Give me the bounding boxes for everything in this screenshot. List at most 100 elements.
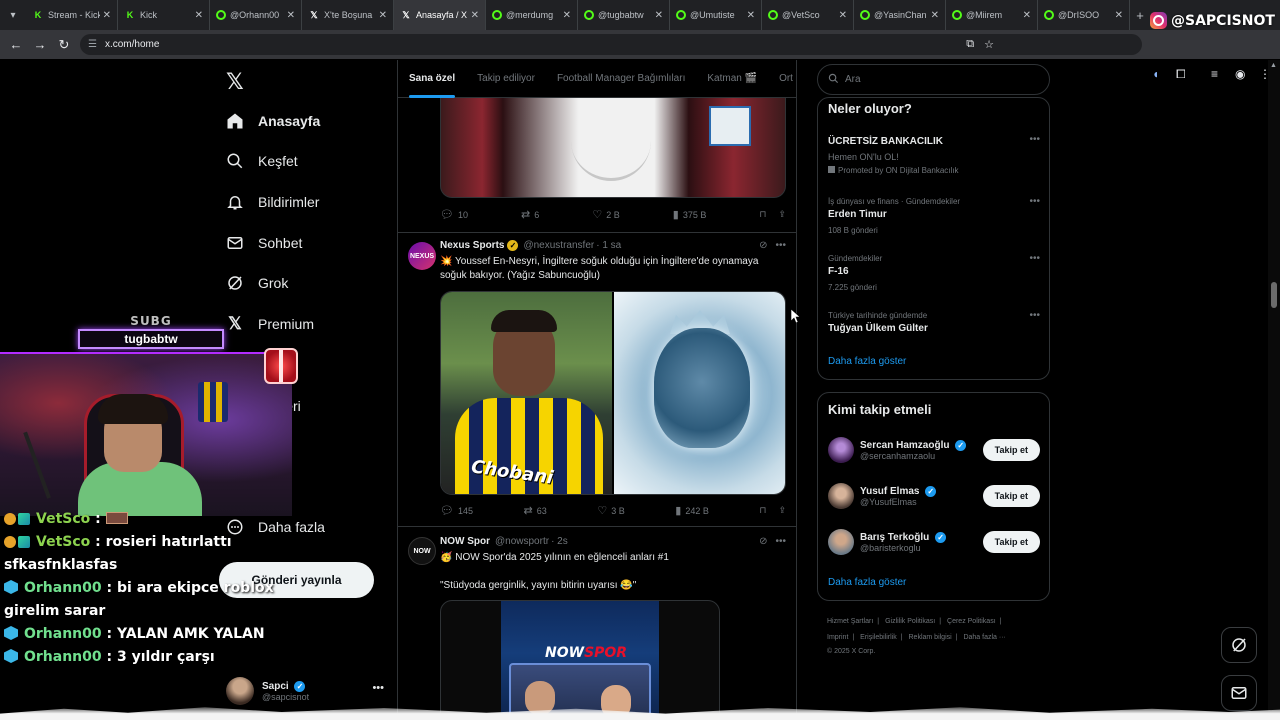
bookmark-star-icon[interactable]: ☆ <box>984 38 994 51</box>
browser-tab[interactable]: K Kick ✕ <box>118 0 210 30</box>
more-horizontal-icon[interactable]: ••• <box>1029 134 1040 145</box>
trend-item[interactable]: Türkiye tarihinde gündemde Tuğyan Ülkem … <box>828 310 1040 336</box>
avatar[interactable]: NEXUS <box>408 242 436 270</box>
show-more-link[interactable]: Daha fazla göster <box>828 577 906 588</box>
follow-button[interactable]: Takip et <box>982 439 1040 461</box>
author-handle[interactable]: @nexustransfer <box>523 240 594 251</box>
nav-notifications[interactable]: Bildirimler <box>226 193 319 211</box>
footer-link[interactable]: Erişilebilirlik <box>860 634 897 641</box>
close-icon[interactable]: ✕ <box>931 10 939 21</box>
repost-button[interactable]: ⇄ 6 <box>521 208 539 221</box>
views-button[interactable]: ▮ 375 B <box>673 208 707 221</box>
close-icon[interactable]: ✕ <box>103 10 111 21</box>
browser-tab[interactable]: @Miirem ✕ <box>946 0 1038 30</box>
trend-item[interactable]: İş dünyası ve finans · Gündemdekiler Erd… <box>828 196 1040 236</box>
tab-search-button[interactable]: ▾ <box>0 0 26 30</box>
close-icon[interactable]: ✕ <box>195 10 203 21</box>
close-icon[interactable]: ✕ <box>379 10 387 21</box>
footer-link[interactable]: Çerez Politikası <box>947 618 996 625</box>
account-switcher[interactable]: Sapci ✓ @sapcisnot ••• <box>226 674 386 708</box>
like-button[interactable]: ♡ 3 B <box>597 504 624 517</box>
browser-tab[interactable]: @YasinChan ✕ <box>854 0 946 30</box>
forward-icon[interactable]: → <box>28 37 52 52</box>
tab-list-ort[interactable]: Ort <box>768 60 796 98</box>
follow-suggestion[interactable]: Yusuf Elmas ✓ @YusufElmas Takip et <box>828 481 1040 511</box>
close-icon[interactable]: ✕ <box>655 10 663 21</box>
follow-button[interactable]: Takip et <box>982 531 1040 553</box>
close-icon[interactable]: ✕ <box>287 10 295 21</box>
nav-home[interactable]: Anasayfa <box>226 112 320 130</box>
browser-tab-active[interactable]: 𝕏 Anasayfa / X ✕ <box>394 0 486 30</box>
footer-link[interactable]: Hizmet Şartları <box>827 618 873 625</box>
close-icon[interactable]: ✕ <box>839 10 847 21</box>
footer-link[interactable]: Reklam bilgisi <box>909 634 952 641</box>
browser-tab[interactable]: @Umutiste ✕ <box>670 0 762 30</box>
post-media[interactable] <box>440 98 786 198</box>
reload-icon[interactable]: ↻ <box>52 37 76 53</box>
share-icon[interactable]: ⇪ <box>778 209 786 220</box>
post-media[interactable]: Chobani <box>440 291 786 495</box>
messages-floating-button[interactable] <box>1221 675 1257 711</box>
scrollbar-thumb[interactable] <box>1271 282 1277 308</box>
like-button[interactable]: ♡ 2 B <box>592 208 619 221</box>
reply-button[interactable]: 💬︎ 10 <box>440 208 468 221</box>
repost-button[interactable]: ⇄ 63 <box>524 504 547 517</box>
site-info-icon[interactable]: ☰ <box>88 39 97 50</box>
follow-suggestion[interactable]: Barış Terkoğlu ✓ @baristerkoglu Takip et <box>828 527 1040 557</box>
search-input[interactable] <box>845 74 1035 85</box>
show-more-link[interactable]: Daha fazla göster <box>828 356 906 367</box>
author-name[interactable]: NOW Spor <box>440 536 490 547</box>
browser-tab[interactable]: @DrISOO ✕ <box>1038 0 1130 30</box>
more-horizontal-icon[interactable]: ••• <box>775 240 786 251</box>
bookmark-icon[interactable]: ⊓ <box>759 209 766 220</box>
close-icon[interactable]: ✕ <box>747 10 755 21</box>
bookmark-icon[interactable]: ⊓ <box>759 505 766 516</box>
browser-tab[interactable]: @VetSco ✕ <box>762 0 854 30</box>
back-icon[interactable]: ← <box>4 37 28 52</box>
new-tab-button[interactable]: + <box>1130 8 1150 23</box>
trend-item[interactable]: Gündemdekiler F-16 7.225 gönderi ••• <box>828 253 1040 293</box>
nav-premium[interactable]: 𝕏 Premium <box>226 314 314 333</box>
close-icon[interactable]: ✕ <box>1023 10 1031 21</box>
share-icon[interactable]: ⇪ <box>778 505 786 516</box>
grok-icon[interactable]: ⊘ <box>759 240 767 251</box>
close-icon[interactable]: ✕ <box>471 10 479 21</box>
footer-link[interactable]: Imprint <box>827 634 848 641</box>
browser-tab[interactable]: K Stream - Kick ✕ <box>26 0 118 30</box>
scroll-up-icon[interactable]: ▲ <box>1270 62 1277 69</box>
more-horizontal-icon[interactable]: ••• <box>775 536 786 547</box>
x-logo[interactable]: 𝕏 <box>226 70 244 95</box>
browser-tab[interactable]: @Orhann00 ✕ <box>210 0 302 30</box>
footer-link[interactable]: Gizlilik Politikası <box>885 618 935 625</box>
close-icon[interactable]: ✕ <box>1115 10 1123 21</box>
nav-messages[interactable]: Sohbet <box>226 234 302 252</box>
follow-button[interactable]: Takip et <box>982 485 1040 507</box>
nav-explore[interactable]: Keşfet <box>226 152 298 170</box>
follow-suggestion[interactable]: Sercan Hamzaoğlu ✓ @sercanhamzaolu Takip… <box>828 435 1040 465</box>
tab-list-football-manager[interactable]: Football Manager Bağımlıları <box>546 60 696 98</box>
page-scrollbar[interactable]: ▲ <box>1268 60 1280 720</box>
browser-tab[interactable]: @tugbabtw ✕ <box>578 0 670 30</box>
more-horizontal-icon[interactable]: ••• <box>1029 310 1040 321</box>
tab-for-you[interactable]: Sana özel <box>398 60 466 98</box>
more-horizontal-icon[interactable]: ••• <box>1029 196 1040 207</box>
reply-button[interactable]: 💬︎ 145 <box>440 504 473 517</box>
search-field[interactable] <box>817 64 1050 95</box>
author-handle[interactable]: @nowsportr <box>495 536 549 547</box>
puzzle-icon[interactable]: ⧠ <box>1176 65 1186 83</box>
author-name[interactable]: Nexus Sports <box>440 240 504 251</box>
trend-item[interactable]: ÜCRETSİZ BANKACILIK Hemen ON'lu OL! Prom… <box>828 134 1040 176</box>
grok-icon[interactable]: ⊘ <box>759 536 767 547</box>
extension-icon[interactable]: ◖ <box>1152 65 1159 83</box>
nav-grok[interactable]: Grok <box>226 274 288 292</box>
install-app-icon[interactable]: ⧉ <box>966 38 974 51</box>
more-horizontal-icon[interactable]: ••• <box>372 682 384 694</box>
post-media[interactable]: NOWSPOR <box>440 600 720 720</box>
tab-list-katman[interactable]: Katman 🎬 <box>696 60 768 98</box>
post-time[interactable]: · 1 sa <box>596 240 621 251</box>
grok-floating-button[interactable] <box>1221 627 1257 663</box>
more-horizontal-icon[interactable]: ••• <box>1029 253 1040 264</box>
url-field[interactable]: ☰ x.com/home ⧉ ☆ <box>80 34 1142 55</box>
close-icon[interactable]: ✕ <box>563 10 571 21</box>
views-button[interactable]: ▮ 242 B <box>675 504 709 517</box>
